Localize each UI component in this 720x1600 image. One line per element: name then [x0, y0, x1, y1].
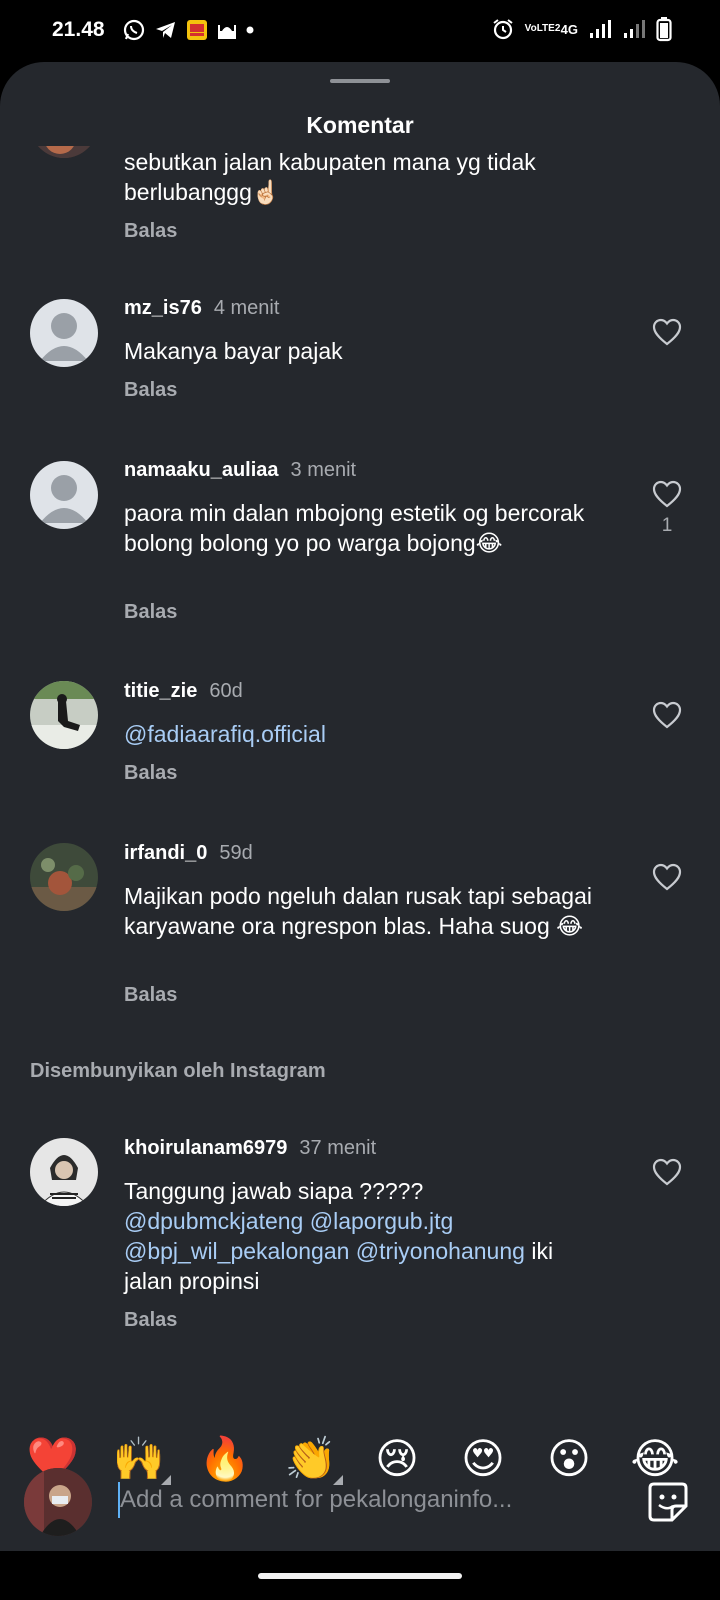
reply-button[interactable]: Balas [124, 220, 177, 243]
reply-button[interactable]: Balas [124, 762, 177, 785]
drag-handle[interactable] [330, 79, 390, 83]
more-notifications-dot-icon [246, 26, 254, 34]
signal-icon [590, 20, 611, 38]
system-navigation-bar [0, 1551, 720, 1600]
heart-icon[interactable] [652, 480, 682, 508]
heart-icon[interactable] [652, 701, 682, 729]
avatar[interactable] [30, 299, 98, 367]
heart-icon[interactable] [652, 863, 682, 891]
comment-time: 4 menit [213, 297, 280, 319]
comments-list[interactable]: sebutkan jalan kabupaten mana yg tidak b… [0, 146, 720, 1431]
status-time: 21.48 [52, 18, 105, 41]
reply-button[interactable]: Balas [124, 984, 177, 1007]
sheet-title: Komentar [306, 112, 414, 138]
hidden-comments-button[interactable]: Disembunyikan oleh Instagram [30, 1060, 326, 1083]
comment-time: 37 menit [299, 1137, 377, 1159]
reply-button[interactable]: Balas [124, 379, 177, 402]
sticker-icon[interactable] [646, 1480, 690, 1524]
notification-icons [122, 18, 254, 42]
heart-icon[interactable] [652, 318, 682, 346]
comment-text-start: Tanggung jawab siapa ????? [124, 1178, 424, 1204]
comment-text: Tanggung jawab siapa ????? @dpubmckjaten… [124, 1176, 594, 1296]
comment-composer: Add a comment for pekalonganinfo... [0, 1438, 720, 1548]
avatar[interactable] [30, 461, 98, 529]
own-avatar [24, 1468, 92, 1536]
mention-link[interactable]: @triyonohanung [356, 1238, 525, 1264]
avatar[interactable] [30, 843, 98, 911]
comment-time: 59d [219, 842, 253, 864]
heart-icon[interactable] [652, 1158, 682, 1186]
battery-icon [656, 17, 672, 42]
status-bar: 21.48 VoLTE2 4G [0, 0, 720, 62]
comment-time: 3 menit [290, 459, 357, 481]
avatar[interactable] [30, 1138, 98, 1206]
comment-text: Majikan podo ngeluh dalan rusak tapi seb… [124, 883, 592, 939]
signal-sim2-icon [624, 20, 645, 38]
system-icons: VoLTE2 4G [491, 16, 672, 42]
mention-link[interactable]: @dpubmckjateng [124, 1208, 303, 1234]
volte-indicator: VoLTE2 [524, 23, 561, 34]
mosque-icon [218, 25, 236, 39]
mention-link[interactable]: @laporgub.jtg [310, 1208, 454, 1234]
telegram-icon [156, 22, 175, 38]
reply-button[interactable]: Balas [124, 1309, 177, 1332]
avatar[interactable] [30, 146, 98, 158]
network-type: 4G [560, 21, 578, 37]
alarm-icon [493, 19, 513, 40]
home-gesture-bar[interactable] [258, 1573, 462, 1579]
comment-username[interactable]: titie_zie 60d [124, 680, 243, 703]
comment-input[interactable]: Add a comment for pekalonganinfo... [120, 1486, 512, 1514]
comment-text: paora min dalan mbojong estetik og berco… [124, 500, 585, 556]
comment-username[interactable]: khoirulanam6979 37 menit [124, 1137, 376, 1160]
comment-username[interactable]: irfandi_0 59d [124, 842, 253, 865]
comment-username[interactable]: mz_is76 4 menit [124, 297, 279, 320]
whatsapp-icon [123, 19, 145, 41]
mention-link[interactable]: @fadiaarafiq.official [124, 719, 594, 749]
comment-text: sebutkan jalan kabupaten mana yg tidak b… [124, 149, 536, 205]
reply-button[interactable]: Balas [124, 601, 177, 624]
avatar[interactable] [30, 681, 98, 749]
comments-sheet: Komentar sebutkan jalan kabupaten mana y… [0, 62, 720, 1551]
comment-time: 60d [209, 680, 243, 702]
like-count[interactable]: 1 [652, 515, 682, 537]
app-notification-icon [187, 20, 207, 40]
comment-text: Makanya bayar pajak [124, 338, 343, 364]
mention-link[interactable]: @bpj_wil_pekalongan [124, 1238, 349, 1264]
comment-username[interactable]: namaaku_auliaa 3 menit [124, 459, 356, 482]
